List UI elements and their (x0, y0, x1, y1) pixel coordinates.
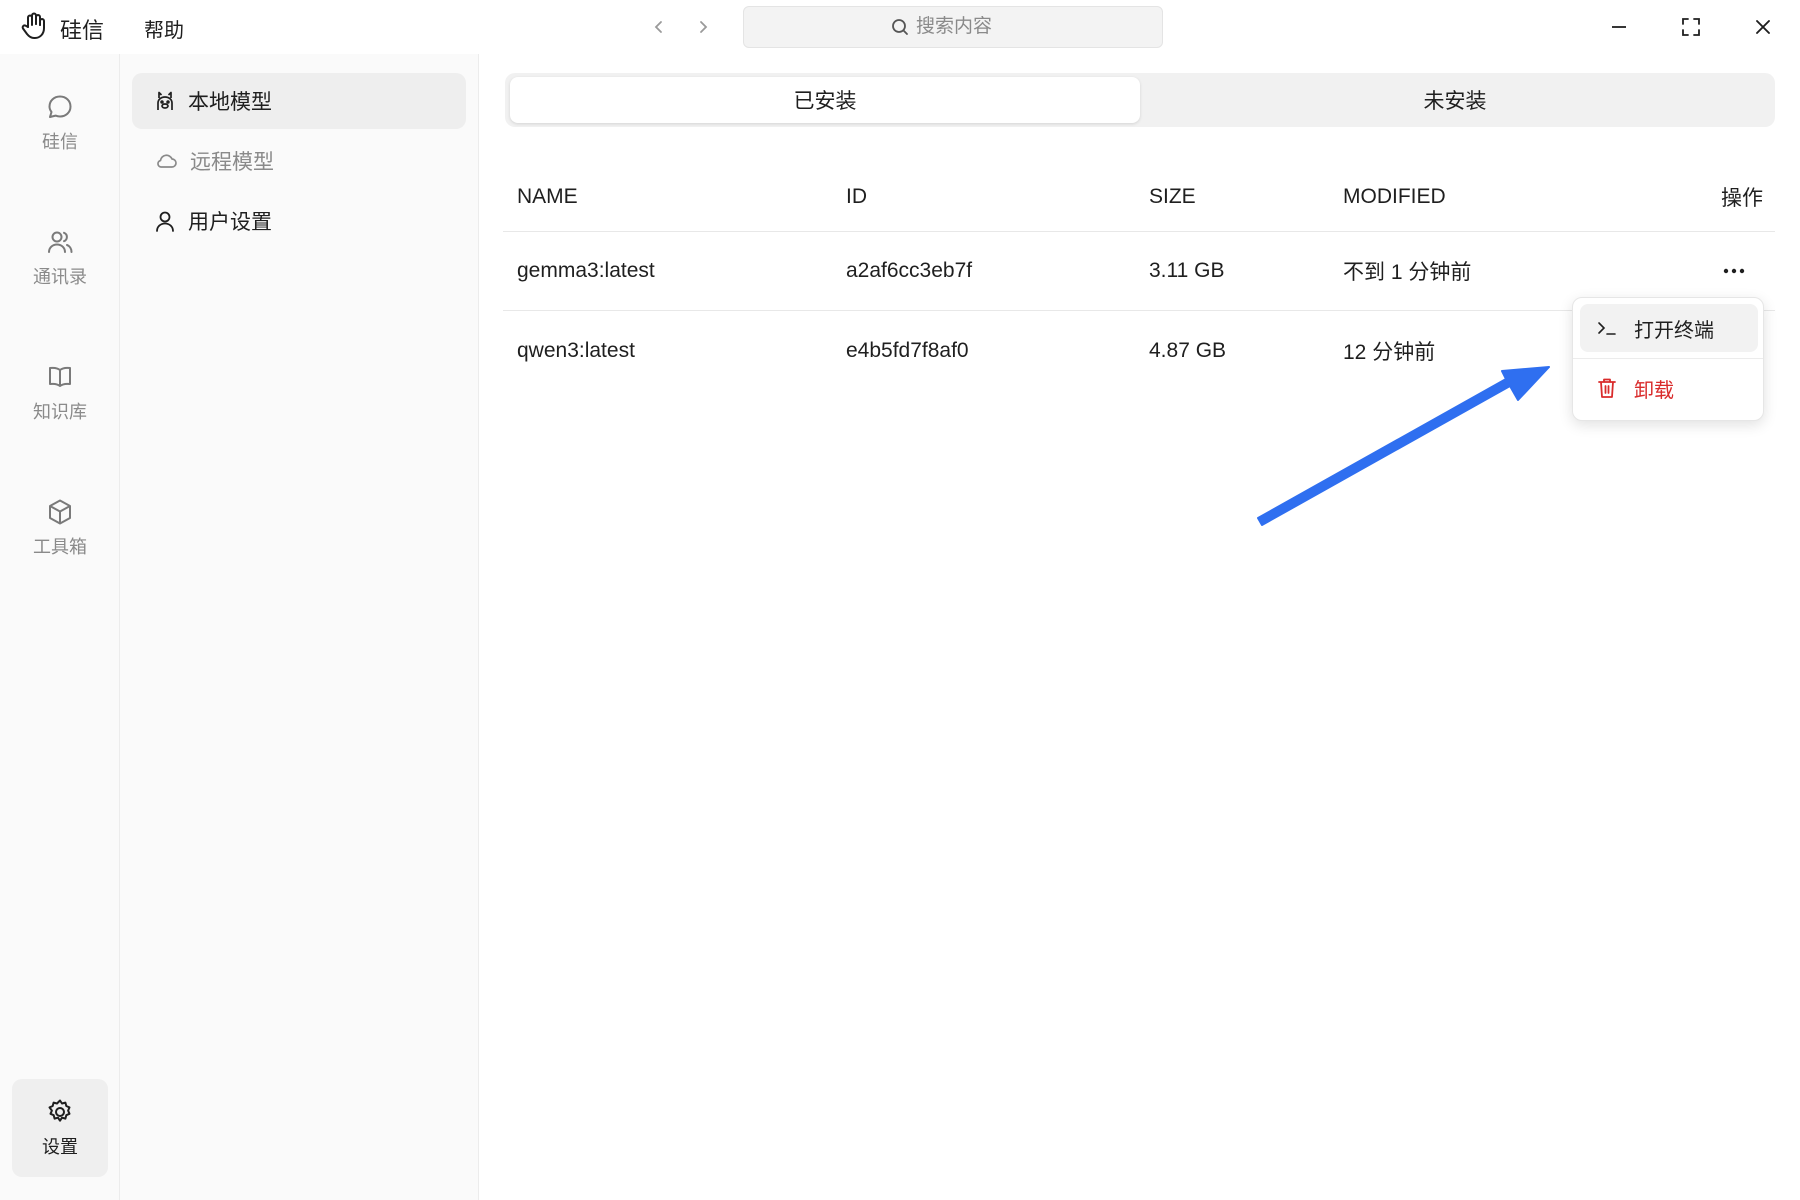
rail-item-toolbox[interactable]: 工具箱 (12, 479, 108, 577)
llama-icon (157, 91, 173, 110)
rail-item-contacts[interactable]: 通讯录 (12, 209, 108, 307)
header-modified: MODIFIED (1343, 184, 1446, 208)
rail-item-label: 硅信 (42, 132, 78, 152)
user-icon (156, 211, 174, 232)
tab-not-installed[interactable]: 未安装 (1140, 77, 1770, 123)
row-context-menu: 打开终端 卸载 (1572, 297, 1764, 421)
subnav-item-local-models[interactable]: 本地模型 (132, 73, 466, 129)
subnav-item-label: 本地模型 (188, 91, 272, 114)
subnav-item-user-settings[interactable]: 用户设置 (132, 193, 466, 249)
header-name: NAME (517, 184, 578, 208)
subnav-item-label: 用户设置 (188, 211, 272, 234)
subnav-item-remote-models[interactable]: 远程模型 (132, 133, 466, 189)
rail-item-label: 设置 (42, 1137, 78, 1157)
gear-icon (48, 1099, 71, 1122)
help-menu[interactable]: 帮助 (144, 14, 184, 43)
model-id: a2af6cc3eb7f (846, 259, 973, 282)
open-terminal-menu-item[interactable]: 打开终端 (1580, 304, 1758, 352)
minimize-button[interactable] (1604, 12, 1634, 42)
trash-icon (1580, 377, 1634, 399)
terminal-icon (1580, 319, 1634, 337)
model-size: 4.87 GB (1149, 338, 1227, 362)
main-content: 已安装 未安装 NAME ID SIZE MODIFIED 操作 gemma3:… (479, 54, 1800, 1200)
model-id: e4b5fd7f8af0 (846, 338, 969, 362)
model-modified: 不到 1 分钟前 (1343, 261, 1472, 284)
search-icon (892, 19, 908, 35)
rail-item-label: 通讯录 (33, 267, 87, 287)
icon-rail: 硅信 通讯录 知识库 工具箱 设置 (0, 54, 120, 1200)
settings-subnav: 本地模型 远程模型 用户设置 (120, 54, 479, 1200)
model-modified: 12 分钟前 (1343, 340, 1436, 364)
contacts-icon (48, 231, 73, 253)
uninstall-label: 卸载 (1634, 379, 1674, 402)
nav-forward-button[interactable] (690, 14, 716, 40)
maximize-button[interactable] (1676, 12, 1706, 42)
nav-back-button[interactable] (646, 14, 672, 40)
cube-icon (49, 499, 71, 525)
row-more-button[interactable] (1719, 258, 1749, 284)
tab-installed[interactable]: 已安装 (510, 77, 1140, 123)
rail-item-label: 知识库 (33, 402, 87, 422)
search-input[interactable] (916, 16, 1016, 38)
header-id: ID (846, 184, 867, 208)
more-horizontal-icon (1723, 268, 1745, 274)
rail-item-settings[interactable]: 设置 (12, 1079, 108, 1177)
open-terminal-label: 打开终端 (1634, 319, 1714, 342)
close-icon (1756, 20, 1770, 34)
subnav-item-label: 远程模型 (190, 151, 274, 174)
search-box[interactable] (743, 6, 1163, 48)
cloud-icon (157, 154, 177, 168)
header-actions: 操作 (1721, 186, 1763, 210)
close-button[interactable] (1748, 12, 1778, 42)
model-name: qwen3:latest (517, 338, 635, 362)
app-name: 硅信 (60, 18, 105, 43)
model-name: gemma3:latest (517, 259, 655, 282)
book-icon (49, 366, 71, 387)
model-size: 3.11 GB (1149, 259, 1225, 282)
chevron-left-icon (654, 21, 662, 33)
install-tabs: 已安装 未安装 (505, 73, 1775, 127)
title-bar: 硅信 帮助 (0, 0, 1800, 54)
hand-logo-icon (18, 10, 50, 42)
rail-item-chat[interactable]: 硅信 (12, 74, 108, 172)
chevron-right-icon (700, 21, 708, 33)
rail-item-label: 工具箱 (33, 537, 87, 557)
header-size: SIZE (1149, 184, 1196, 208)
table-header: NAME ID SIZE MODIFIED 操作 (503, 162, 1775, 232)
rail-item-knowledge[interactable]: 知识库 (12, 344, 108, 442)
minimize-icon (1612, 26, 1626, 28)
uninstall-menu-item[interactable]: 卸载 (1580, 364, 1758, 412)
fullscreen-icon (1682, 18, 1700, 36)
menu-divider (1573, 358, 1763, 359)
chat-bubble-icon (48, 95, 72, 118)
